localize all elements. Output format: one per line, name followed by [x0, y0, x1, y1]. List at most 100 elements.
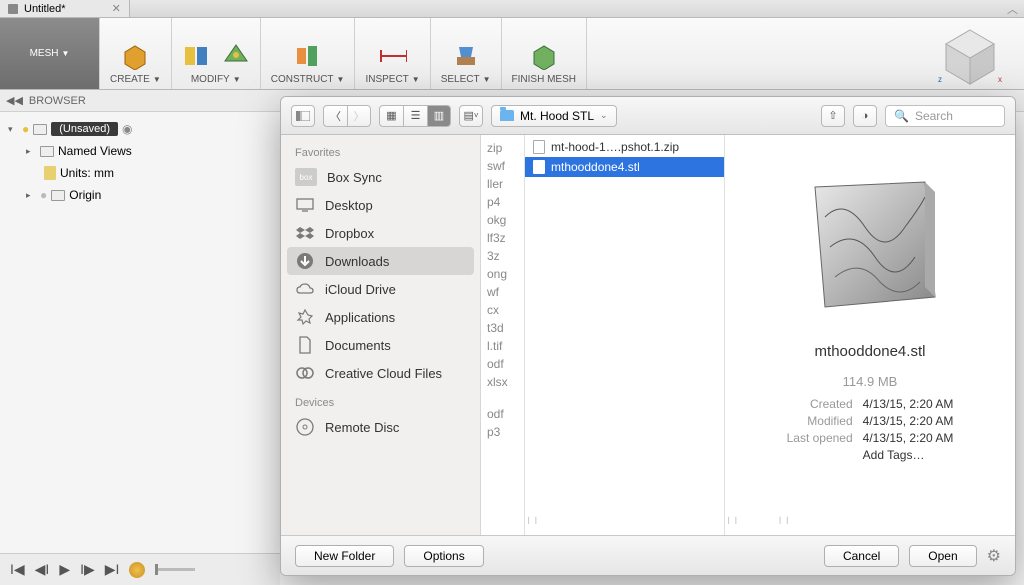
cloud-icon	[295, 280, 315, 298]
chevron-down-icon: ▼	[233, 75, 241, 84]
chevron-down-icon: ▼	[61, 49, 69, 58]
timeline-controls: I◀ ◀I ▶ I▶ ▶I	[0, 553, 280, 585]
timeline-prev-icon[interactable]: ◀I	[35, 561, 50, 578]
document-tab[interactable]: Untitled* ✕	[0, 0, 130, 17]
create-box-icon[interactable]	[121, 42, 149, 70]
finder-sidebar: Favorites boxBox Sync Desktop Dropbox Do…	[281, 135, 481, 535]
options-button[interactable]: Options	[404, 545, 483, 567]
lightbulb-off-icon[interactable]: ●	[40, 188, 47, 202]
search-placeholder: Search	[915, 109, 953, 123]
add-tags-link[interactable]: Add Tags…	[863, 448, 954, 462]
document-tab-bar: Untitled* ✕ ︿	[0, 0, 1024, 18]
file-row-zip[interactable]: mt-hood-1….pshot.1.zip	[525, 137, 724, 157]
svg-text:x: x	[998, 75, 1002, 84]
target-icon[interactable]: ◉	[122, 122, 132, 136]
component-icon	[33, 124, 47, 135]
units-icon	[44, 166, 56, 180]
applications-icon	[295, 308, 315, 326]
file-row-stl[interactable]: mthooddone4.stl	[525, 157, 724, 177]
column-resize-handle[interactable]: ╵╵	[525, 517, 539, 531]
timeline-end-icon[interactable]: ▶I	[105, 561, 120, 578]
sidebar-item-documents[interactable]: Documents	[281, 331, 480, 359]
timeline-slider[interactable]	[155, 568, 195, 571]
forward-button[interactable]: 〉	[347, 105, 371, 127]
dropbox-icon	[295, 224, 315, 242]
file-column-current[interactable]: mt-hood-1….pshot.1.zip mthooddone4.stl	[525, 135, 725, 535]
modify-remesh-icon[interactable]	[222, 42, 250, 70]
path-dropdown[interactable]: Mt. Hood STL ⌄	[491, 105, 617, 127]
construct-plane-icon[interactable]	[294, 42, 322, 70]
folder-icon	[40, 146, 54, 157]
sidebar-item-remote-disc[interactable]: Remote Disc	[281, 413, 480, 441]
documents-icon	[295, 336, 315, 354]
sidebar-toggle-button[interactable]	[291, 105, 315, 127]
column-view-button[interactable]: ▥	[427, 105, 451, 127]
file-open-dialog: 〈 〉 ▦ ☰ ▥ ▤ ˅ Mt. Hood STL ⌄ ⇧ ◑ 🔍 Searc…	[280, 96, 1016, 576]
sidebar-item-dropbox[interactable]: Dropbox	[281, 219, 480, 247]
finish-box-icon[interactable]	[530, 42, 558, 70]
share-button[interactable]: ⇧	[821, 105, 845, 127]
collapse-icon[interactable]: ◀◀	[6, 94, 23, 107]
icon-view-button[interactable]: ▦	[379, 105, 403, 127]
favorites-heading: Favorites	[281, 143, 480, 163]
ribbon-inspect[interactable]: INSPECT ▼	[355, 18, 430, 89]
ribbon-construct[interactable]: CONSTRUCT ▼	[261, 18, 356, 89]
search-input[interactable]: 🔍 Search	[885, 105, 1005, 127]
folder-icon	[500, 110, 514, 121]
collapse-ribbon-icon[interactable]: ︿	[1007, 1, 1018, 17]
arrange-button[interactable]: ▤ ˅	[459, 105, 483, 127]
devices-heading: Devices	[281, 393, 480, 413]
sidebar-item-ccf[interactable]: Creative Cloud Files	[281, 359, 480, 387]
named-views-label: Named Views	[58, 144, 132, 158]
timeline-start-icon[interactable]: I◀	[10, 561, 25, 578]
sidebar-item-desktop[interactable]: Desktop	[281, 191, 480, 219]
path-label: Mt. Hood STL	[520, 109, 594, 123]
inspect-measure-icon[interactable]	[379, 42, 407, 70]
open-button[interactable]: Open	[909, 545, 976, 567]
file-icon	[533, 160, 545, 174]
timeline-marker-icon[interactable]	[129, 562, 145, 578]
browser-title: BROWSER	[29, 95, 86, 107]
back-button[interactable]: 〈	[323, 105, 347, 127]
ribbon-finish[interactable]: FINISH MESH	[502, 18, 587, 89]
new-folder-button[interactable]: New Folder	[295, 545, 394, 567]
workspace-label: MESH ▼	[30, 48, 70, 59]
sidebar-item-applications[interactable]: Applications	[281, 303, 480, 331]
preview-filename: mthooddone4.stl	[815, 343, 926, 360]
svg-text:z: z	[938, 75, 942, 84]
column-resize-handle[interactable]: ╵╵	[777, 517, 791, 531]
box-icon: box	[295, 168, 317, 186]
timeline-play-icon[interactable]: ▶	[59, 561, 70, 578]
lightbulb-icon[interactable]: ●	[22, 122, 29, 136]
chevron-updown-icon: ⌄	[600, 110, 608, 121]
modify-split-icon[interactable]	[182, 42, 210, 70]
list-view-button[interactable]: ☰	[403, 105, 427, 127]
origin-label: Origin	[69, 188, 101, 202]
finder-body: Favorites boxBox Sync Desktop Dropbox Do…	[281, 135, 1015, 535]
ribbon-modify[interactable]: MODIFY ▼	[172, 18, 261, 89]
view-cube[interactable]: z x	[936, 24, 1004, 92]
tags-button[interactable]: ◑	[853, 105, 877, 127]
sidebar-item-boxsync[interactable]: boxBox Sync	[281, 163, 480, 191]
ribbon-create[interactable]: CREATE ▼	[100, 18, 172, 89]
root-label: (Unsaved)	[51, 122, 118, 136]
cancel-button[interactable]: Cancel	[824, 545, 899, 567]
gear-icon[interactable]: ⚙	[987, 546, 1001, 566]
sidebar-item-downloads[interactable]: Downloads	[287, 247, 474, 275]
downloads-icon	[295, 252, 315, 270]
preview-pane: mthooddone4.stl 114.9 MB Created4/13/15,…	[725, 135, 1015, 535]
folder-icon	[51, 190, 65, 201]
column-resize-handle[interactable]: ╵╵	[725, 517, 739, 531]
caret-right-icon: ▸	[26, 190, 36, 201]
cube-icon	[8, 4, 18, 14]
preview-thumbnail	[785, 157, 955, 327]
file-column-parent[interactable]: zip swf ller p4 okg lf3z 3z ong wf cx t3…	[481, 135, 525, 535]
ribbon-select[interactable]: SELECT ▼	[431, 18, 502, 89]
ribbon-toolbar: MESH ▼ CREATE ▼ MODIFY ▼ CONSTRUCT ▼ INS…	[0, 18, 1024, 90]
timeline-next-icon[interactable]: I▶	[80, 561, 95, 578]
select-brush-icon[interactable]	[452, 42, 480, 70]
sidebar-item-icloud[interactable]: iCloud Drive	[281, 275, 480, 303]
close-icon[interactable]: ✕	[112, 2, 121, 15]
caret-down-icon: ▾	[8, 124, 18, 135]
workspace-switcher[interactable]: MESH ▼	[0, 18, 100, 89]
